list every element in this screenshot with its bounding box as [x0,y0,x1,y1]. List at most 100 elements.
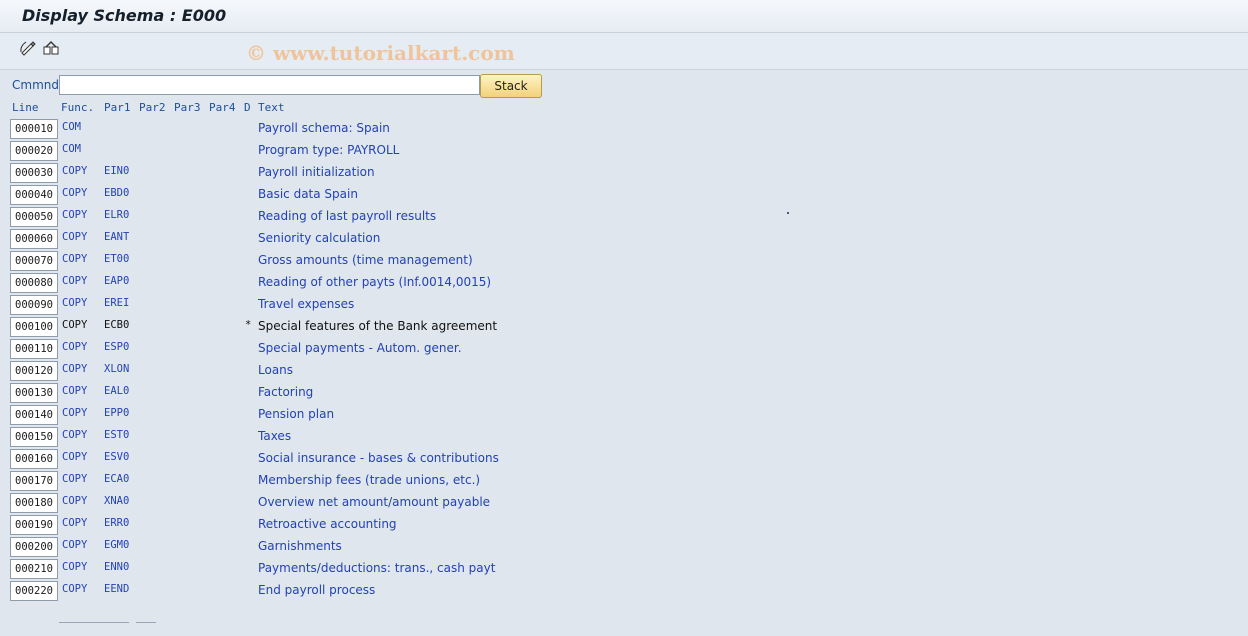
title-bar: Display Schema : E000 [0,0,1248,33]
line-number-field[interactable]: 000060 [10,229,58,249]
line-number-field[interactable]: 000080 [10,273,58,293]
text-cell[interactable]: Seniority calculation [258,231,380,245]
function-cell: COPY [62,297,88,309]
line-number-field[interactable]: 000110 [10,339,58,359]
line-number-field[interactable]: 000040 [10,185,58,205]
function-cell: COPY [62,517,88,529]
text-cell[interactable]: Payroll initialization [258,165,375,179]
line-number-field[interactable]: 000020 [10,141,58,161]
par1-cell: EREI [104,297,130,309]
text-cell[interactable]: Factoring [258,385,313,399]
text-cell[interactable]: Travel expenses [258,297,354,311]
edit-icon[interactable] [18,38,38,58]
par1-cell: EST0 [104,429,130,441]
header-func: Func. [61,101,95,114]
line-number-field[interactable]: 000200 [10,537,58,557]
par1-cell: ESV0 [104,451,130,463]
header-line: Line [12,101,39,114]
table-row: 000010 COM Payroll schema: Spain [0,119,1248,141]
text-cell[interactable]: Membership fees (trade unions, etc.) [258,473,480,487]
line-number-field[interactable]: 000050 [10,207,58,227]
table-row: 000210 COPY ENN0 Payments/deductions: trans… [0,559,1248,581]
function-cell: COPY [62,253,88,265]
text-cell[interactable]: Payroll schema: Spain [258,121,390,135]
line-number-field[interactable]: 000120 [10,361,58,381]
par1-cell: ERR0 [104,517,130,529]
line-number-field[interactable]: 000100 [10,317,58,337]
line-number-field[interactable]: 000170 [10,471,58,491]
schema-editor: Cmmnd Stack Line Func. Par1 Par2 Par3 Pa… [0,70,1248,636]
text-cell[interactable]: Payments/deductions: trans., cash payt [258,561,495,575]
header-par2: Par2 [139,101,166,114]
line-number-field[interactable]: 000190 [10,515,58,535]
other-object-icon[interactable] [41,38,61,58]
text-cell[interactable]: Program type: PAYROLL [258,143,399,157]
line-number-field[interactable]: 000140 [10,405,58,425]
par1-cell: ET00 [104,253,130,265]
function-cell: COPY [62,539,88,551]
table-row: 000120 COPY XLON Loans [0,361,1248,383]
text-cell[interactable]: Special payments - Autom. gener. [258,341,462,355]
text-cell[interactable]: Retroactive accounting [258,517,397,531]
table-row: 000200 COPY EGM0 Garnishments [0,537,1248,559]
stray-dot [787,212,789,214]
table-row: 000170 COPY ECA0 Membership fees (trade uni… [0,471,1248,493]
line-number-field[interactable]: 000070 [10,251,58,271]
text-cell[interactable]: Basic data Spain [258,187,358,201]
function-cell: COPY [62,583,88,595]
table-row: 000040 COPY EBD0 Basic data Spain [0,185,1248,207]
par1-cell: EGM0 [104,539,130,551]
text-cell[interactable]: Reading of other payts (Inf.0014,0015) [258,275,491,289]
line-number-field[interactable]: 000150 [10,427,58,447]
function-cell: COPY [62,165,88,177]
function-cell: COPY [62,495,88,507]
line-number-field[interactable]: 000010 [10,119,58,139]
table-row: 000100 COPY ECB0 * Special features of the B… [0,317,1248,339]
line-number-field[interactable]: 000180 [10,493,58,513]
table-row: 000020 COM Program type: PAYROLL [0,141,1248,163]
header-par4: Par4 [209,101,236,114]
par1-cell: XNA0 [104,495,130,507]
text-cell[interactable]: End payroll process [258,583,375,597]
command-input[interactable] [59,75,480,95]
function-cell: COPY [62,209,88,221]
table-row: 000220 COPY EEND End payroll process [0,581,1248,603]
text-cell[interactable]: Social insurance - bases & contributions [258,451,499,465]
par1-cell: EAP0 [104,275,130,287]
function-cell: COPY [62,429,88,441]
line-number-field[interactable]: 000210 [10,559,58,579]
text-cell[interactable]: Reading of last payroll results [258,209,436,223]
text-cell[interactable]: Garnishments [258,539,342,553]
header-d: D [244,101,251,114]
par1-cell: ENN0 [104,561,130,573]
line-number-field[interactable]: 000030 [10,163,58,183]
text-cell[interactable]: Gross amounts (time management) [258,253,473,267]
line-number-field[interactable]: 000130 [10,383,58,403]
par1-cell: ELR0 [104,209,130,221]
function-cell: COPY [62,275,88,287]
table-row: 000050 COPY ELR0 Reading of last payroll re… [0,207,1248,229]
stack-button[interactable]: Stack [480,74,542,98]
line-number-field[interactable]: 000220 [10,581,58,601]
table-row: 000070 COPY ET00 Gross amounts (time manage… [0,251,1248,273]
line-number-field[interactable]: 000160 [10,449,58,469]
watermark-text: © www.tutorialkart.com [246,41,515,65]
par1-cell: EIN0 [104,165,130,177]
footer-divider [59,622,129,623]
header-par3: Par3 [174,101,201,114]
text-cell[interactable]: Special features of the Bank agreement [258,319,497,333]
text-cell[interactable]: Overview net amount/amount payable [258,495,490,509]
text-cell[interactable]: Pension plan [258,407,334,421]
function-cell: COPY [62,561,88,573]
line-number-field[interactable]: 000090 [10,295,58,315]
text-cell[interactable]: Loans [258,363,293,377]
function-cell: COPY [62,473,88,485]
table-row: 000090 COPY EREI Travel expenses [0,295,1248,317]
function-cell: COM [62,143,81,155]
command-label: Cmmnd [12,78,59,92]
text-cell[interactable]: Taxes [258,429,291,443]
par1-cell: XLON [104,363,130,375]
header-par1: Par1 [104,101,131,114]
table-row: 000150 COPY EST0 Taxes [0,427,1248,449]
par1-cell: ESP0 [104,341,130,353]
